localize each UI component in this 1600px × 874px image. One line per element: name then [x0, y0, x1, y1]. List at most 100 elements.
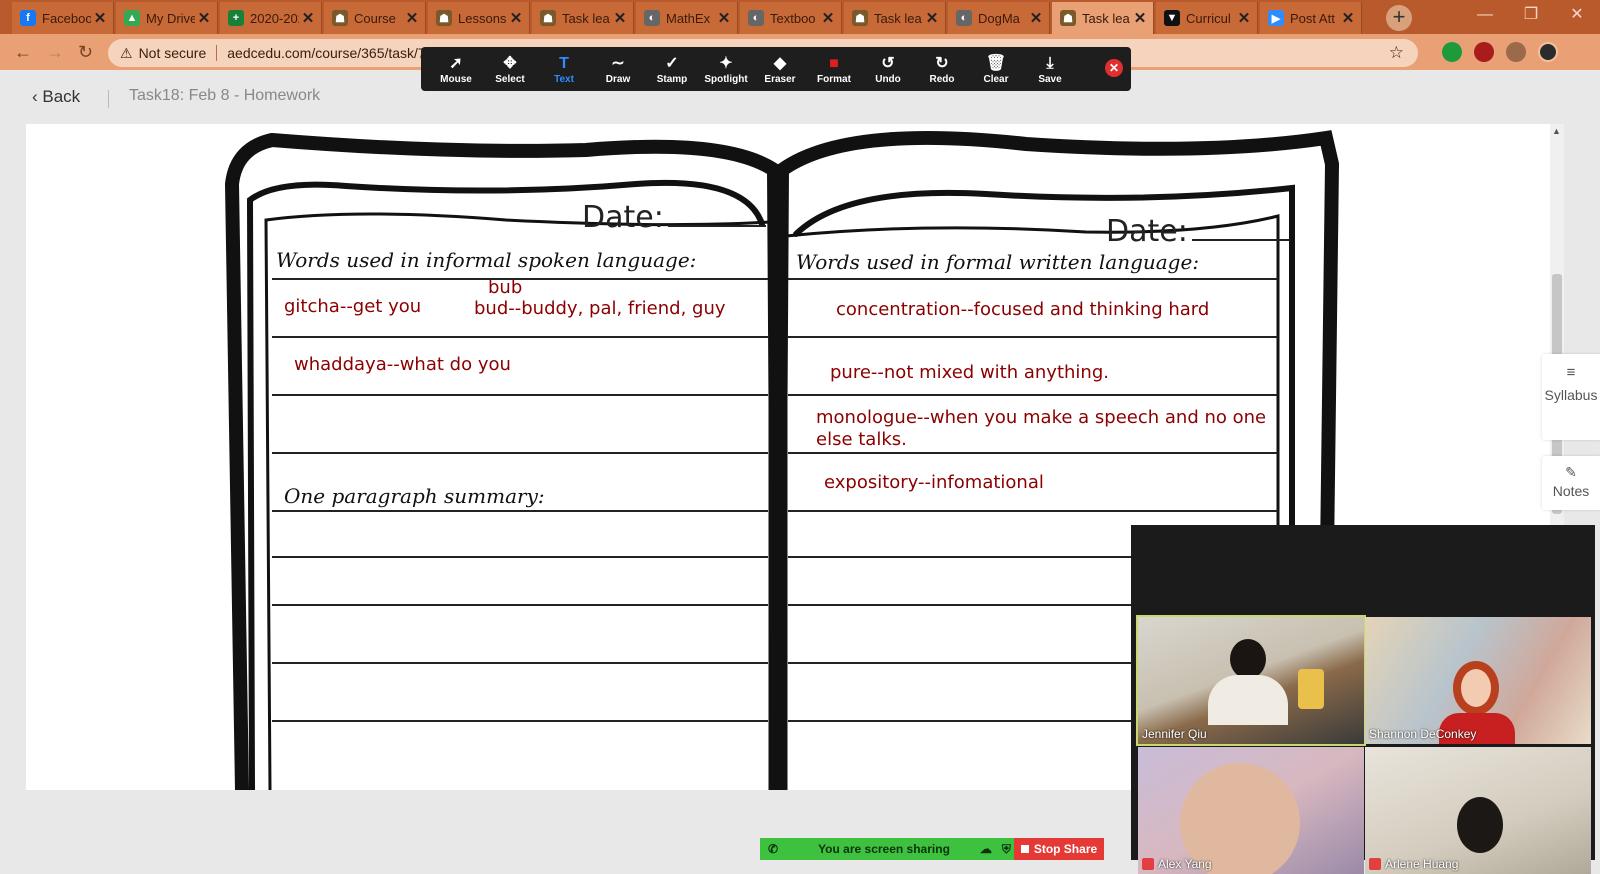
extensions-puzzle-icon[interactable]: [1506, 42, 1526, 62]
reload-icon[interactable]: ↻: [78, 42, 93, 63]
tool-label: Save: [1038, 73, 1062, 85]
tool-format[interactable]: ■ Format: [807, 54, 861, 85]
tab-favicon-icon: ☗: [332, 10, 348, 26]
left-date-label: Date:: [582, 200, 766, 235]
entry-bub[interactable]: bub: [488, 277, 522, 298]
extension-green-icon[interactable]: [1442, 42, 1462, 62]
entry-monologue[interactable]: monologue--when you make a speech and no…: [816, 407, 1286, 451]
close-tab-icon[interactable]: ✕: [819, 9, 837, 27]
close-tab-icon[interactable]: ✕: [1235, 9, 1253, 27]
tool-label: Mouse: [440, 73, 472, 85]
phone-icon: ✆: [768, 842, 779, 856]
participant-name: Alex Yang: [1158, 857, 1212, 871]
close-window-icon[interactable]: ✕: [1554, 0, 1600, 30]
entry-concentration[interactable]: concentration--focused and thinking hard: [836, 299, 1209, 320]
close-tab-icon[interactable]: ✕: [507, 9, 525, 27]
new-tab-button[interactable]: +: [1386, 5, 1412, 31]
browser-tab[interactable]: ▲ My Drive ✕: [116, 2, 218, 34]
restore-icon[interactable]: ❐: [1508, 0, 1554, 30]
browser-tab[interactable]: ◐ DogMa ✕: [948, 2, 1050, 34]
entry-expository[interactable]: expository--infomational: [824, 472, 1044, 493]
close-tab-icon[interactable]: ✕: [1339, 9, 1357, 27]
bookmark-star-icon[interactable]: ☆: [1389, 43, 1404, 63]
tab-title: Curricul: [1186, 10, 1231, 26]
tool-label: Format: [817, 73, 851, 85]
chevron-left-icon: ‹: [32, 87, 43, 106]
entry-whaddaya[interactable]: whaddaya--what do you: [294, 354, 511, 375]
forward-arrow-icon[interactable]: →: [46, 42, 64, 63]
browser-tab[interactable]: ☗ Course ✕: [324, 2, 426, 34]
tool-save[interactable]: ⤓ Save: [1023, 54, 1077, 85]
ruled-line: [272, 394, 768, 396]
header-divider: [108, 90, 109, 108]
tool-mouse[interactable]: ➚ Mouse: [429, 54, 483, 85]
tool-label: Clear: [983, 73, 1009, 85]
tool-select[interactable]: ✥ Select: [483, 54, 537, 85]
tool-label: Stamp: [656, 73, 688, 85]
browser-tab[interactable]: ☗ Lessons ✕: [428, 2, 530, 34]
mouse-icon: ➚: [449, 54, 463, 72]
tab-title: Task lea: [1082, 10, 1130, 26]
warning-icon: ⚠: [120, 44, 133, 61]
browser-tab[interactable]: +2020-2021✕: [220, 2, 322, 34]
browser-tab[interactable]: ▼ Curricul ✕: [1156, 2, 1258, 34]
tool-clear[interactable]: 🗑 Clear: [969, 54, 1023, 85]
video-tile[interactable]: Jennifer Qiu: [1136, 615, 1366, 746]
ruled-line: [788, 394, 1278, 396]
close-tab-icon[interactable]: ✕: [299, 9, 317, 27]
tab-title: Task lea: [562, 10, 610, 26]
right-heading: Words used in formal written language:: [796, 250, 1200, 274]
tool-draw[interactable]: ∼ Draw: [591, 54, 645, 85]
back-link[interactable]: ‹ Back: [32, 87, 80, 107]
tab-title: Course: [354, 10, 396, 26]
video-tile[interactable]: Alex Yang: [1138, 747, 1364, 874]
ruled-line: [272, 662, 768, 664]
redo-icon: ↻: [935, 54, 949, 72]
close-toolbar-icon[interactable]: ✕: [1105, 59, 1123, 77]
ruled-line: [788, 510, 1278, 512]
minimize-icon[interactable]: —: [1462, 0, 1508, 30]
close-tab-icon[interactable]: ✕: [611, 9, 629, 27]
tool-label: Select: [495, 73, 525, 85]
video-tile[interactable]: Shannon DeConkey: [1365, 617, 1591, 744]
close-tab-icon[interactable]: ✕: [403, 9, 421, 27]
tool-label: Draw: [605, 73, 631, 85]
profile-avatar[interactable]: [1538, 42, 1558, 62]
tool-spotlight[interactable]: ✦ Spotlight: [699, 54, 753, 85]
browser-tab[interactable]: ☗ Task lea ✕: [844, 2, 946, 34]
tab-favicon-icon: ☗: [1060, 10, 1076, 26]
notes-panel-button[interactable]: ✎ Notes: [1542, 456, 1600, 510]
stop-share-button[interactable]: Stop Share: [1014, 838, 1104, 860]
tool-undo[interactable]: ↺ Undo: [861, 54, 915, 85]
share-status[interactable]: ✆ You are screen sharing ☁ ⛨: [760, 838, 1014, 860]
tool-stamp[interactable]: ✓ Stamp: [645, 54, 699, 85]
browser-tab[interactable]: ◐ MathEx ✕: [636, 2, 738, 34]
back-arrow-icon[interactable]: ←: [14, 42, 32, 63]
close-tab-icon[interactable]: ✕: [195, 9, 213, 27]
stop-square-icon: [1020, 845, 1029, 853]
syllabus-panel-button[interactable]: ≡ Syllabus: [1542, 354, 1600, 440]
ublock-icon[interactable]: [1474, 42, 1494, 62]
tab-title: MathEx: [666, 10, 711, 26]
tab-title: Task lea: [874, 10, 922, 26]
close-tab-icon[interactable]: ✕: [1027, 9, 1045, 27]
summary-heading: One paragraph summary:: [284, 484, 545, 508]
video-tile[interactable]: Arlene Huang: [1365, 747, 1591, 874]
entry-bud[interactable]: bud--buddy, pal, friend, guy: [474, 298, 726, 319]
tab-title: Lessons: [458, 10, 507, 26]
entry-gitcha[interactable]: gitcha--get you: [284, 296, 421, 317]
close-tab-icon[interactable]: ✕: [715, 9, 733, 27]
browser-tab[interactable]: ◐ Textboo ✕: [740, 2, 842, 34]
entry-pure[interactable]: pure--not mixed with anything.: [830, 362, 1109, 383]
browser-tab[interactable]: ▶ Post Att ✕: [1260, 2, 1362, 34]
tool-eraser[interactable]: ◆ Eraser: [753, 54, 807, 85]
browser-tab[interactable]: ☗ Task lea ✕: [1052, 2, 1154, 34]
tool-redo[interactable]: ↻ Redo: [915, 54, 969, 85]
tool-text[interactable]: T Text: [537, 54, 591, 85]
close-tab-icon[interactable]: ✕: [91, 9, 109, 27]
scroll-up-icon[interactable]: ▲: [1552, 126, 1561, 136]
close-tab-icon[interactable]: ✕: [1131, 9, 1149, 27]
close-tab-icon[interactable]: ✕: [923, 9, 941, 27]
browser-tab[interactable]: ☗ Task lea ✕: [532, 2, 634, 34]
browser-tab[interactable]: f Facebook✕: [12, 2, 114, 34]
